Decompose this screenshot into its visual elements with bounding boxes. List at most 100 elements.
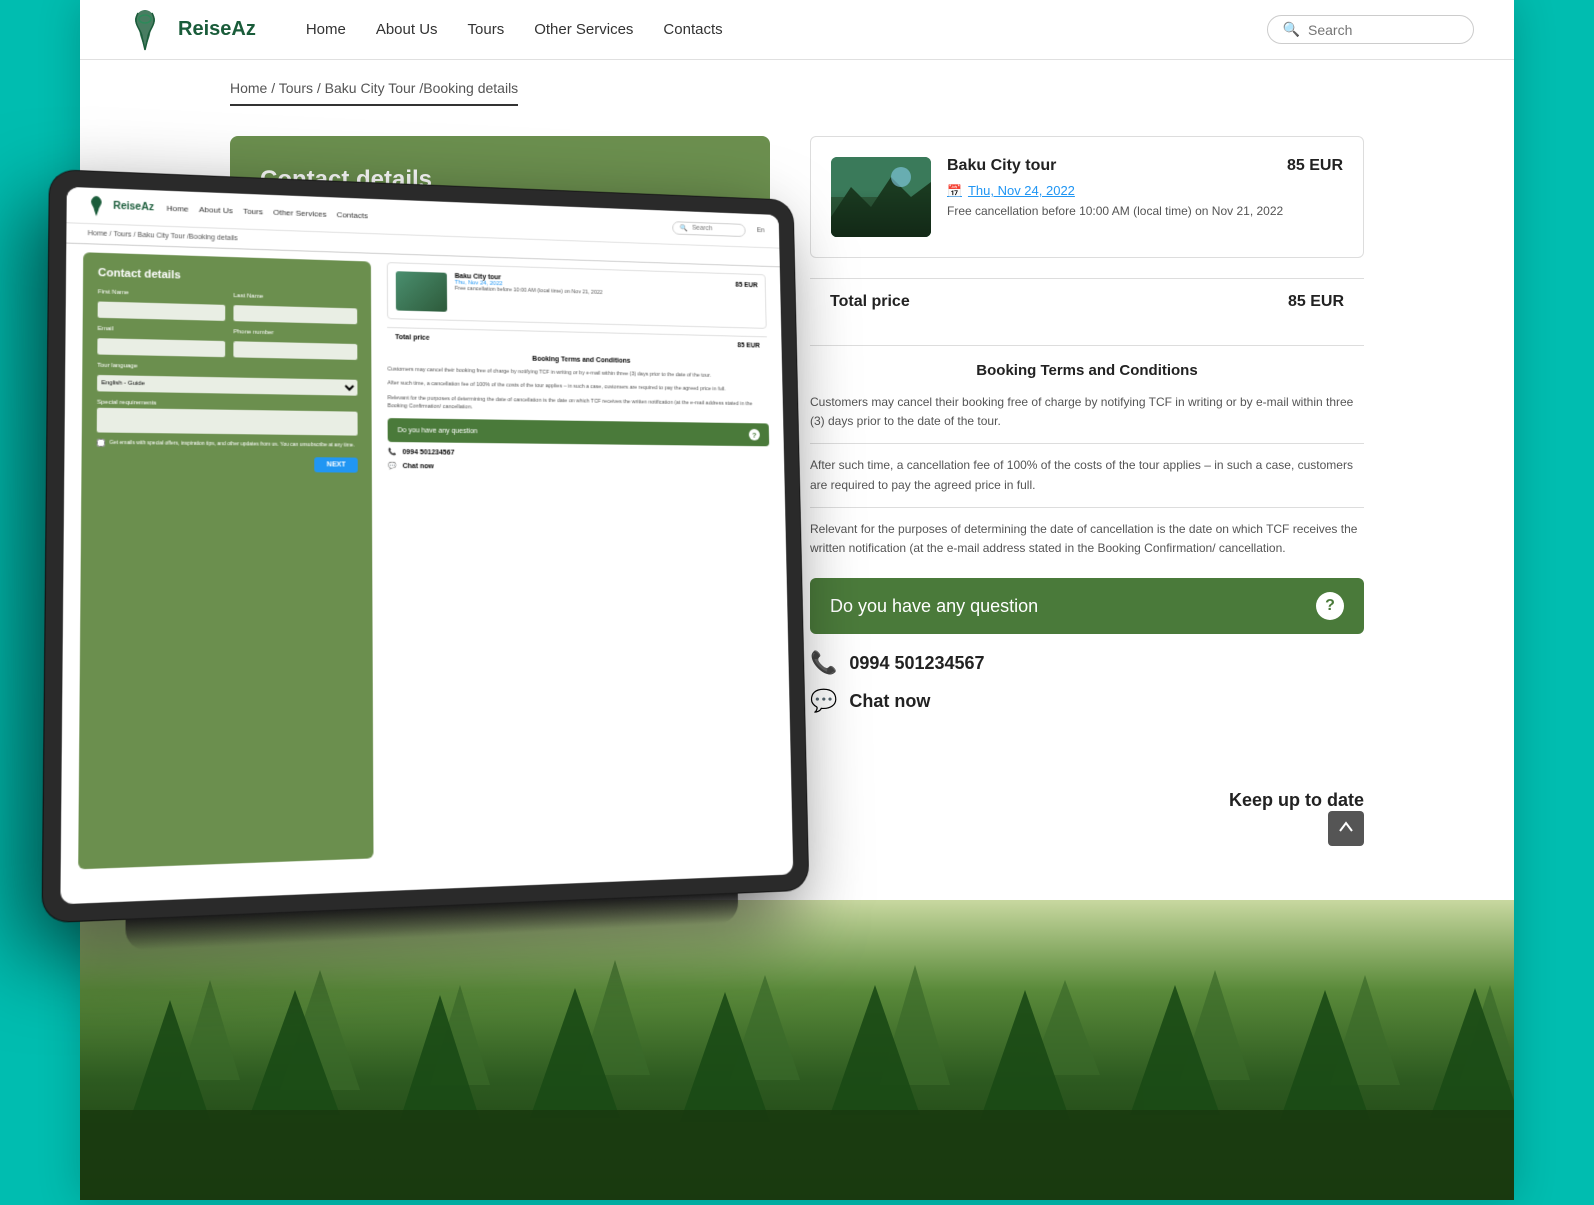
tablet-nav-services[interactable]: Other Services — [273, 208, 326, 219]
search-input[interactable] — [1308, 22, 1458, 38]
right-panel: Baku City tour 85 EUR 📅 Thu, Nov 24, 202… — [810, 136, 1364, 730]
tablet-email-input[interactable] — [97, 338, 225, 357]
contact-phone-row[interactable]: 📞 0994 501234567 — [810, 650, 1364, 676]
tablet-first-name-label: First Name — [98, 289, 225, 299]
tablet-total-price: 85 EUR — [737, 342, 759, 349]
tablet-name-row: First Name Last Name — [98, 289, 358, 324]
tour-image — [831, 157, 931, 237]
tablet-email-label: Email — [97, 326, 225, 335]
booking-terms: Booking Terms and Conditions Customers m… — [810, 345, 1364, 558]
tablet-first-name-input[interactable] — [98, 301, 226, 320]
tablet-chat: Chat now — [402, 463, 433, 470]
tablet-logo-icon — [84, 193, 110, 218]
tablet-nav-about[interactable]: About Us — [199, 205, 233, 215]
tablet-tour-card: Baku City tour 85 EUR Thu, Nov 24, 2022 … — [387, 262, 767, 329]
search-icon: 🔍 — [1283, 21, 1300, 38]
tablet-main: Contact details First Name Last Name — [61, 244, 793, 879]
tablet-last-name: Last Name — [233, 293, 357, 324]
tablet-phone-label: Phone number — [233, 329, 357, 338]
tablet-phone: 0994 501234567 — [402, 449, 454, 456]
tablet-checkbox-label: Get emails with special offers, inspirat… — [109, 440, 354, 449]
navbar: ReiseAz Home About Us Tours Other Servic… — [80, 0, 1514, 60]
tour-date: 📅 Thu, Nov 24, 2022 — [947, 183, 1343, 198]
nav-contacts[interactable]: Contacts — [663, 21, 722, 38]
tour-name: Baku City tour — [947, 157, 1056, 175]
tablet-nav-home[interactable]: Home — [166, 204, 188, 214]
forest-background — [80, 900, 1514, 1200]
logo-text: ReiseAz — [178, 18, 256, 41]
contact-actions: 📞 0994 501234567 💬 Chat now — [810, 634, 1364, 730]
total-label: Total price — [830, 293, 910, 311]
logo: ReiseAz — [120, 5, 256, 55]
terms-para3: Relevant for the purposes of determining… — [810, 520, 1364, 558]
tablet-search-icon: 🔍 — [680, 224, 688, 232]
terms-divider1 — [810, 443, 1364, 444]
tablet-special-input[interactable] — [97, 408, 358, 436]
scroll-top-button[interactable] — [1328, 811, 1364, 846]
tablet-nav-contacts[interactable]: Contacts — [336, 210, 367, 220]
tablet-logo: ReiseAz — [84, 193, 154, 220]
tablet-phone-input[interactable] — [233, 341, 357, 360]
tablet-form-title: Contact details — [98, 267, 357, 287]
tablet-screen: ReiseAz Home About Us Tours Other Servic… — [60, 187, 793, 905]
tablet-last-name-input[interactable] — [233, 305, 357, 324]
tablet-lang-field: Tour language English - Guide — [97, 363, 357, 396]
nav-links: Home About Us Tours Other Services Conta… — [306, 21, 1237, 38]
nav-tours[interactable]: Tours — [468, 21, 505, 38]
search-bar: 🔍 — [1267, 15, 1474, 44]
tablet-tour-info: Baku City tour 85 EUR Thu, Nov 24, 2022 … — [455, 273, 758, 300]
tablet-tour-image — [396, 271, 447, 312]
tablet-last-name-label: Last Name — [233, 293, 357, 302]
nav-services[interactable]: Other Services — [534, 21, 633, 38]
tablet-nav-tours[interactable]: Tours — [243, 207, 263, 217]
terms-divider2 — [810, 507, 1364, 508]
chat-icon: 💬 — [810, 688, 837, 714]
phone-number: 0994 501234567 — [849, 653, 984, 674]
terms-para1: Customers may cancel their booking free … — [810, 393, 1364, 431]
total-price: 85 EUR — [1288, 293, 1344, 311]
tour-date-text: Thu, Nov 24, 2022 — [968, 183, 1075, 198]
tablet-next-button[interactable]: NEXT — [315, 457, 358, 472]
footer-keep: Keep up to date — [1229, 790, 1364, 846]
terms-title: Booking Terms and Conditions — [810, 362, 1364, 379]
logo-icon — [120, 5, 170, 55]
tablet-lang-indicator: En — [757, 227, 765, 234]
tablet-body: ReiseAz Home About Us Tours Other Servic… — [43, 170, 809, 922]
tablet-first-name: First Name — [98, 289, 226, 321]
question-text: Do you have any question — [830, 596, 1304, 617]
tablet-terms-para2: After such time, a cancellation fee of 1… — [387, 380, 768, 395]
tablet-question-icon: ? — [749, 429, 760, 441]
tour-price: 85 EUR — [1287, 157, 1343, 175]
breadcrumb: Home / Tours / Baku City Tour /Booking d… — [230, 80, 518, 106]
breadcrumb-area: Home / Tours / Baku City Tour /Booking d… — [80, 60, 1514, 116]
tablet-phone-row[interactable]: 📞 0994 501234567 — [388, 448, 770, 460]
tablet-right-panel: Baku City tour 85 EUR Thu, Nov 24, 2022 … — [387, 262, 778, 858]
tour-name-price-row: Baku City tour 85 EUR — [947, 157, 1343, 175]
nav-home[interactable]: Home — [306, 21, 346, 38]
phone-icon: 📞 — [810, 650, 837, 676]
tablet-phone: Phone number — [233, 329, 357, 360]
tablet-checkbox[interactable] — [97, 439, 106, 447]
tour-info: Baku City tour 85 EUR 📅 Thu, Nov 24, 202… — [947, 157, 1343, 218]
tablet-contact-row: Email Phone number — [97, 326, 357, 360]
nav-about[interactable]: About Us — [376, 21, 438, 38]
tablet-chat-row[interactable]: 💬 Chat now — [388, 462, 770, 473]
tablet-nav-links: Home About Us Tours Other Services Conta… — [166, 204, 661, 231]
tablet-search-bar: 🔍 — [672, 221, 746, 237]
tablet-checkbox-row: Get emails with special offers, inspirat… — [97, 439, 358, 450]
question-box[interactable]: Do you have any question ? — [810, 578, 1364, 634]
tablet-email: Email — [97, 326, 225, 357]
tablet-question-box[interactable]: Do you have any question ? — [388, 418, 770, 446]
tablet-search-input[interactable] — [692, 225, 738, 233]
tour-image-overlay — [831, 157, 931, 237]
tablet-form-card: Contact details First Name Last Name — [78, 252, 373, 869]
tablet-tour-price: 85 EUR — [735, 282, 757, 289]
terms-para2: After such time, a cancellation fee of 1… — [810, 456, 1364, 494]
contact-chat-row[interactable]: 💬 Chat now — [810, 688, 1364, 714]
tablet-terms-para3: Relevant for the purposes of determining… — [387, 394, 768, 416]
tablet-device: ReiseAz Home About Us Tours Other Servic… — [43, 170, 809, 922]
tablet-lang-select[interactable]: English - Guide — [97, 375, 357, 396]
calendar-icon: 📅 — [947, 184, 962, 198]
tour-summary-card: Baku City tour 85 EUR 📅 Thu, Nov 24, 202… — [810, 136, 1364, 258]
tablet-logo-text: ReiseAz — [113, 201, 154, 214]
